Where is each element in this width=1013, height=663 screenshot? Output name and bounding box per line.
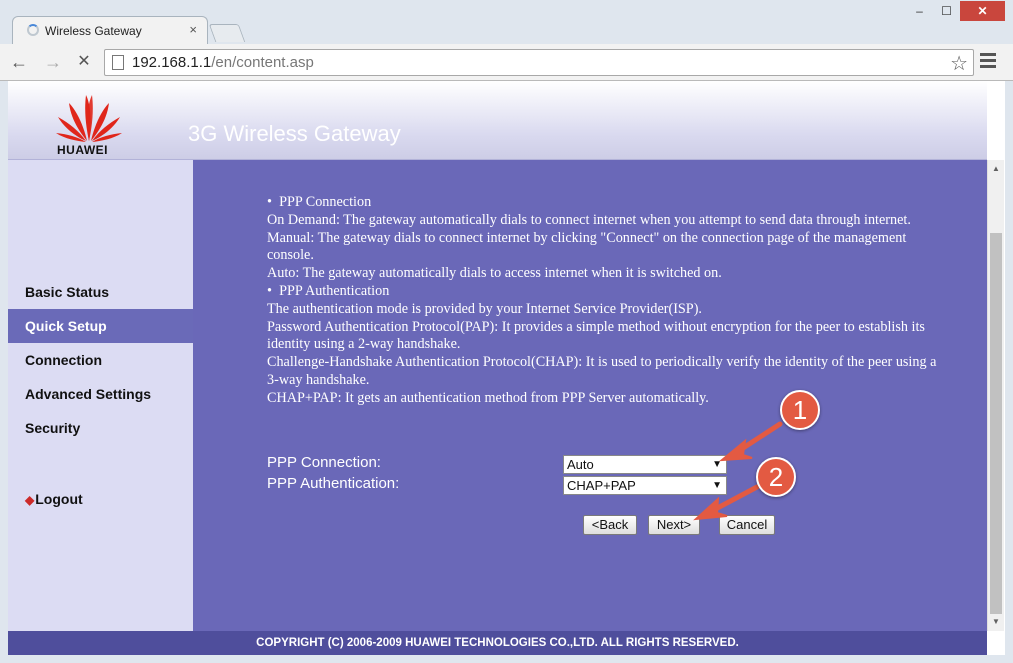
annotation-marker-1: 1 [780,390,820,430]
minimize-button[interactable]: – [906,1,933,21]
scroll-down-icon[interactable]: ▼ [992,617,1000,626]
brand-name: HUAWEI [57,143,108,157]
ppp-connection-label: PPP Connection: [267,454,381,471]
page-footer: COPYRIGHT (C) 2006-2009 HUAWEI TECHNOLOG… [8,631,987,656]
ppp-auth-row: PPP Authentication: CHAP+PAP ▼ [267,475,737,495]
sidebar-item-basic-status[interactable]: Basic Status [8,275,193,309]
ppp-auth-select[interactable]: CHAP+PAP ▼ [563,476,727,495]
help-on-demand: On Demand: The gateway automatically dia… [267,211,911,228]
maximize-button[interactable]: ☐ [933,1,960,21]
scroll-thumb[interactable] [990,233,1002,614]
help-text: • PPP Connection On Demand: The gateway … [267,194,937,408]
sidebar-item-quick-setup[interactable]: Quick Setup [8,309,193,343]
huawei-logo-icon [56,95,122,142]
help-pap: Password Authentication Protocol(PAP): I… [267,318,925,353]
browser-menu-icon[interactable] [980,53,996,69]
chevron-down-icon: ▼ [712,459,722,470]
annotation-marker-2: 2 [756,457,796,497]
help-chap-pap: CHAP+PAP: It gets an authentication meth… [267,389,709,406]
page-icon [112,55,124,70]
sidebar-item-connection[interactable]: Connection [8,343,193,377]
close-window-button[interactable]: ✕ [960,1,1005,21]
address-bar[interactable]: 192.168.1.1/en/content.asp ☆ [104,49,974,76]
huawei-logo: HUAWEI [53,89,125,157]
sidebar-item-security[interactable]: Security [8,411,193,445]
help-auth-intro: The authentication mode is provided by y… [267,300,702,317]
forward-arrow-icon[interactable]: → [42,51,64,73]
next-button[interactable]: Next> [648,515,700,535]
help-manual: Manual: The gateway dials to connect int… [267,229,907,264]
ppp-connection-row: PPP Connection: Auto ▼ [267,454,737,474]
quick-setup-content: • PPP Connection On Demand: The gateway … [193,160,987,631]
back-button[interactable]: <Back [583,515,637,535]
logout-link[interactable]: ◆Logout [8,482,193,516]
browser-toolbar: ← → ✕ 192.168.1.1/en/content.asp ☆ [0,44,1013,81]
page-title: 3G Wireless Gateway [188,121,401,146]
chevron-down-icon: ▼ [712,480,722,491]
page-header: HUAWEI 3G Wireless Gateway [8,81,987,160]
scroll-up-icon[interactable]: ▲ [992,164,1000,173]
back-arrow-icon[interactable]: ← [8,51,30,73]
router-page: HUAWEI 3G Wireless Gateway Basic Status … [8,81,1004,656]
browser-tab[interactable]: Wireless Gateway × [12,16,208,44]
ppp-connection-heading: • PPP Connection [267,194,372,210]
ppp-auth-label: PPP Authentication: [267,475,400,492]
cancel-button[interactable]: Cancel [719,515,775,535]
bookmark-star-icon[interactable]: ☆ [950,51,968,76]
window-controls: – ☐ ✕ [906,1,1005,21]
url-text[interactable]: 192.168.1.1/en/content.asp [132,54,314,71]
sidebar-item-advanced-settings[interactable]: Advanced Settings [8,377,193,411]
ppp-auth-heading: • PPP Authentication [267,282,390,299]
sidebar-nav: Basic Status Quick Setup Connection Adva… [8,160,193,631]
ppp-connection-select[interactable]: Auto ▼ [563,455,727,474]
help-chap: Challenge-Handshake Authentication Proto… [267,354,937,388]
tab-close-icon[interactable]: × [189,22,197,37]
logout-arrow-icon: ◆ [25,493,35,507]
tab-title: Wireless Gateway [45,24,142,38]
browser-titlebar: Wireless Gateway × – ☐ ✕ [0,0,1013,44]
page-scrollbar[interactable]: ▲ ▼ [987,160,1004,631]
new-tab-button[interactable] [208,24,246,42]
loading-spinner-icon [27,24,39,36]
help-auto: Auto: The gateway automatically dials to… [267,265,722,282]
stop-loading-icon[interactable]: ✕ [73,51,95,73]
